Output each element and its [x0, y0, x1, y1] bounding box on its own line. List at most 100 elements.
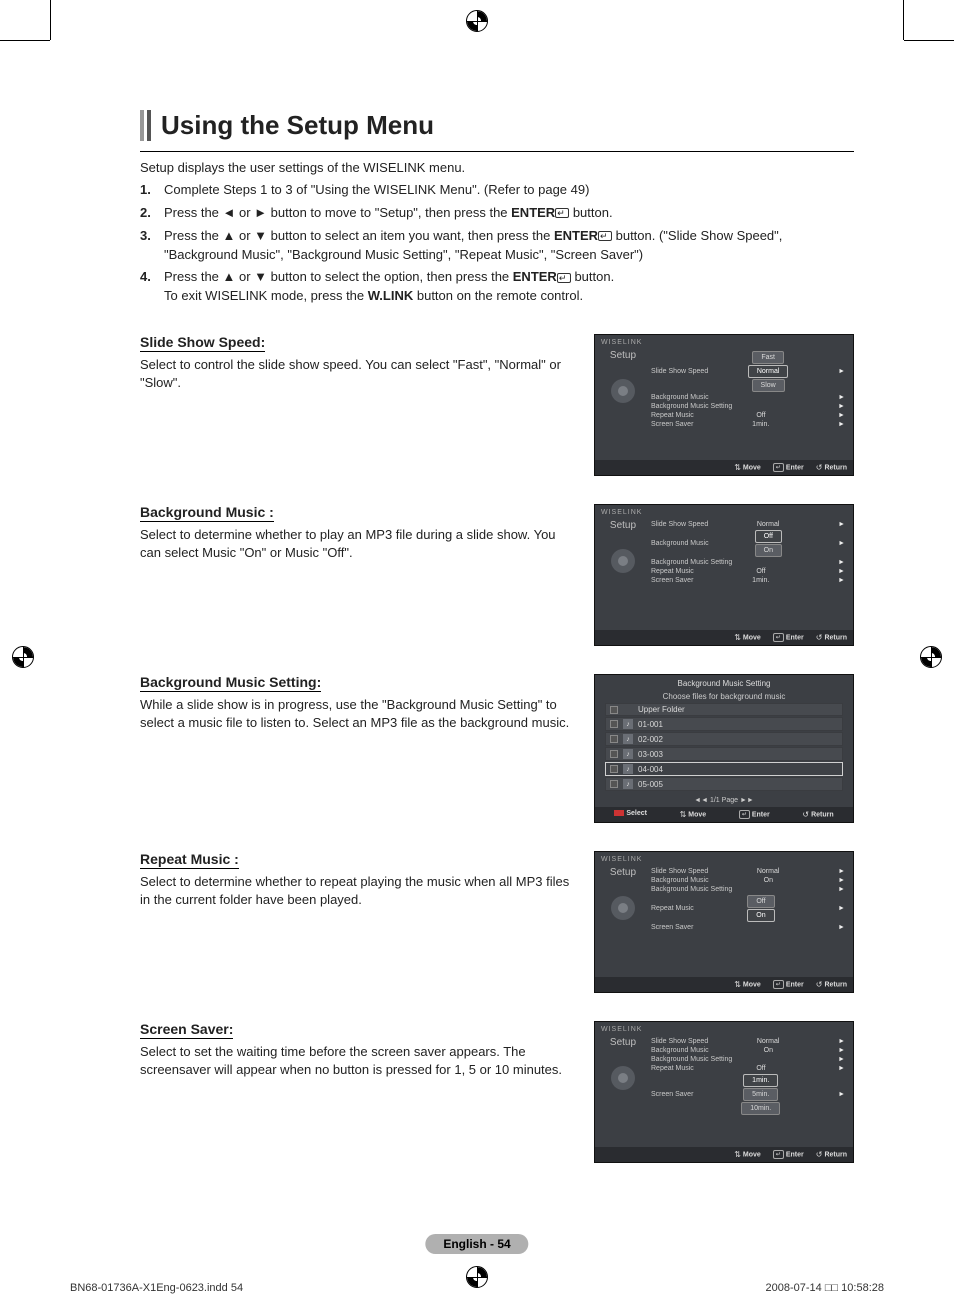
step-item: 1. Complete Steps 1 to 3 of "Using the W…	[140, 181, 854, 200]
intro-text: Setup displays the user settings of the …	[140, 160, 854, 175]
chevron-right-icon: ►	[838, 540, 845, 547]
text-run: button on the remote control.	[413, 288, 583, 303]
osd-row: Background Music Setting►	[651, 885, 847, 894]
music-note-icon	[623, 764, 633, 774]
chevron-right-icon: ►	[838, 521, 845, 528]
text-run: Press the ▲ or ▼ button to select the op…	[164, 269, 513, 284]
crop-mark	[904, 40, 954, 41]
osd-row-value: On	[764, 877, 773, 884]
osd-row-label: Repeat Music	[651, 568, 694, 575]
osd-row: Background MusicOn►	[651, 1046, 847, 1055]
chevron-right-icon: ►	[838, 868, 845, 875]
checkbox-icon	[610, 720, 618, 728]
osd-row-label: Background Music	[651, 1047, 709, 1054]
chevron-right-icon: ►	[838, 886, 845, 893]
osd-row: Background MusicOffOn►	[651, 529, 847, 558]
osd-row: Screen Saver►	[651, 923, 847, 932]
crop-mark	[903, 0, 904, 40]
chevron-right-icon: ►	[838, 577, 845, 584]
osd-row-label: Slide Show Speed	[651, 868, 708, 875]
select-icon	[614, 810, 624, 816]
osd-option-stack: FastNormalSlow	[748, 351, 789, 392]
file-row: 01-001	[605, 717, 843, 731]
chevron-right-icon: ►	[838, 394, 845, 401]
osd-brand: WISELINK	[595, 852, 853, 867]
text-bold: ENTER	[513, 269, 557, 284]
footer-move: Move	[688, 811, 706, 818]
osd-option: 5min.	[743, 1088, 778, 1101]
text-run: To exit WISELINK mode, press the	[164, 288, 368, 303]
footer-move: Move	[743, 634, 761, 641]
registration-mark-icon	[12, 646, 34, 668]
osd-footer: Select Move ↵Enter Return	[595, 807, 853, 822]
footer-enter: Enter	[752, 811, 770, 818]
footer-enter: Enter	[786, 1151, 804, 1158]
osd-repeat-music: WISELINK Setup Slide Show SpeedNormal►Ba…	[594, 851, 854, 993]
file-name: Upper Folder	[638, 705, 685, 714]
osd-row-value: Normal	[757, 521, 780, 528]
page-title: Using the Setup Menu	[161, 110, 434, 141]
file-row: 02-002	[605, 732, 843, 746]
file-name: 04-004	[638, 765, 663, 774]
crop-mark	[0, 40, 50, 41]
checkbox-icon	[610, 765, 618, 773]
chevron-right-icon: ►	[838, 412, 845, 419]
osd-row-label: Background Music Setting	[651, 403, 732, 410]
osd-option: Slow	[752, 379, 785, 392]
footer-return: Return	[824, 981, 847, 988]
return-icon	[802, 810, 809, 819]
section-body: Select to control the slide show speed. …	[140, 356, 576, 391]
chevron-right-icon: ►	[838, 1091, 845, 1098]
osd-row: Screen Saver 1min. ►	[651, 420, 847, 429]
chevron-right-icon: ►	[838, 1056, 845, 1063]
osd-option: Normal	[748, 365, 789, 378]
section-heading: Screen Saver:	[140, 1021, 233, 1039]
osd-title: Background Music Setting	[595, 675, 853, 692]
osd-option: 10min.	[741, 1102, 780, 1115]
checkbox-icon	[610, 750, 618, 758]
checkbox-icon	[610, 706, 618, 714]
registration-mark-icon	[920, 646, 942, 668]
chevron-right-icon: ►	[838, 905, 845, 912]
osd-option: On	[755, 544, 782, 557]
osd-row: Repeat MusicOff►	[651, 1064, 847, 1073]
music-note-icon	[623, 719, 633, 729]
osd-row-value: 1min.	[752, 577, 769, 584]
osd-row-label: Slide Show Speed	[651, 521, 708, 528]
text-bold: W.LINK	[368, 288, 414, 303]
osd-row-value: Normal	[757, 868, 780, 875]
osd-setup-label: Setup	[610, 867, 636, 878]
music-note-icon	[623, 734, 633, 744]
section-body: While a slide show is in progress, use t…	[140, 696, 576, 731]
osd-row-label: Screen Saver	[651, 421, 693, 428]
chevron-right-icon: ►	[838, 559, 845, 566]
registration-mark-icon	[466, 10, 488, 32]
text-run: button.	[569, 205, 612, 220]
music-note-icon	[623, 749, 633, 759]
osd-row: Repeat MusicOff►	[651, 567, 847, 576]
osd-row-label: Screen Saver	[651, 577, 693, 584]
file-row: 04-004	[605, 762, 843, 776]
osd-row-value: 1min.	[752, 421, 769, 428]
osd-row: Repeat MusicOff►	[651, 411, 847, 420]
footer-return: Return	[811, 811, 834, 818]
doc-meta: BN68-01736A-X1Eng-0623.indd 54 2008-07-1…	[70, 1282, 884, 1294]
footer-move: Move	[743, 1151, 761, 1158]
updown-icon	[734, 980, 741, 989]
file-name: 01-001	[638, 720, 663, 729]
osd-row: Background Music Setting►	[651, 558, 847, 567]
enter-icon: ↵	[773, 980, 784, 989]
osd-row-label: Repeat Music	[651, 412, 694, 419]
enter-icon	[598, 231, 612, 241]
chevron-right-icon: ►	[838, 421, 845, 428]
step-number: 1.	[140, 181, 164, 200]
section-body: Select to determine whether to play an M…	[140, 526, 576, 561]
osd-row-value: Off	[756, 568, 765, 575]
heading-accent	[140, 110, 144, 141]
text-bold: ENTER	[554, 228, 598, 243]
doc-meta-right: 2008-07-14 □□ 10:58:28	[766, 1282, 885, 1294]
osd-pager: ◄◄ 1/1 Page ►►	[595, 796, 853, 807]
osd-row-label: Slide Show Speed	[651, 1038, 708, 1045]
step-number: 4.	[140, 268, 164, 306]
footer-return: Return	[824, 1151, 847, 1158]
